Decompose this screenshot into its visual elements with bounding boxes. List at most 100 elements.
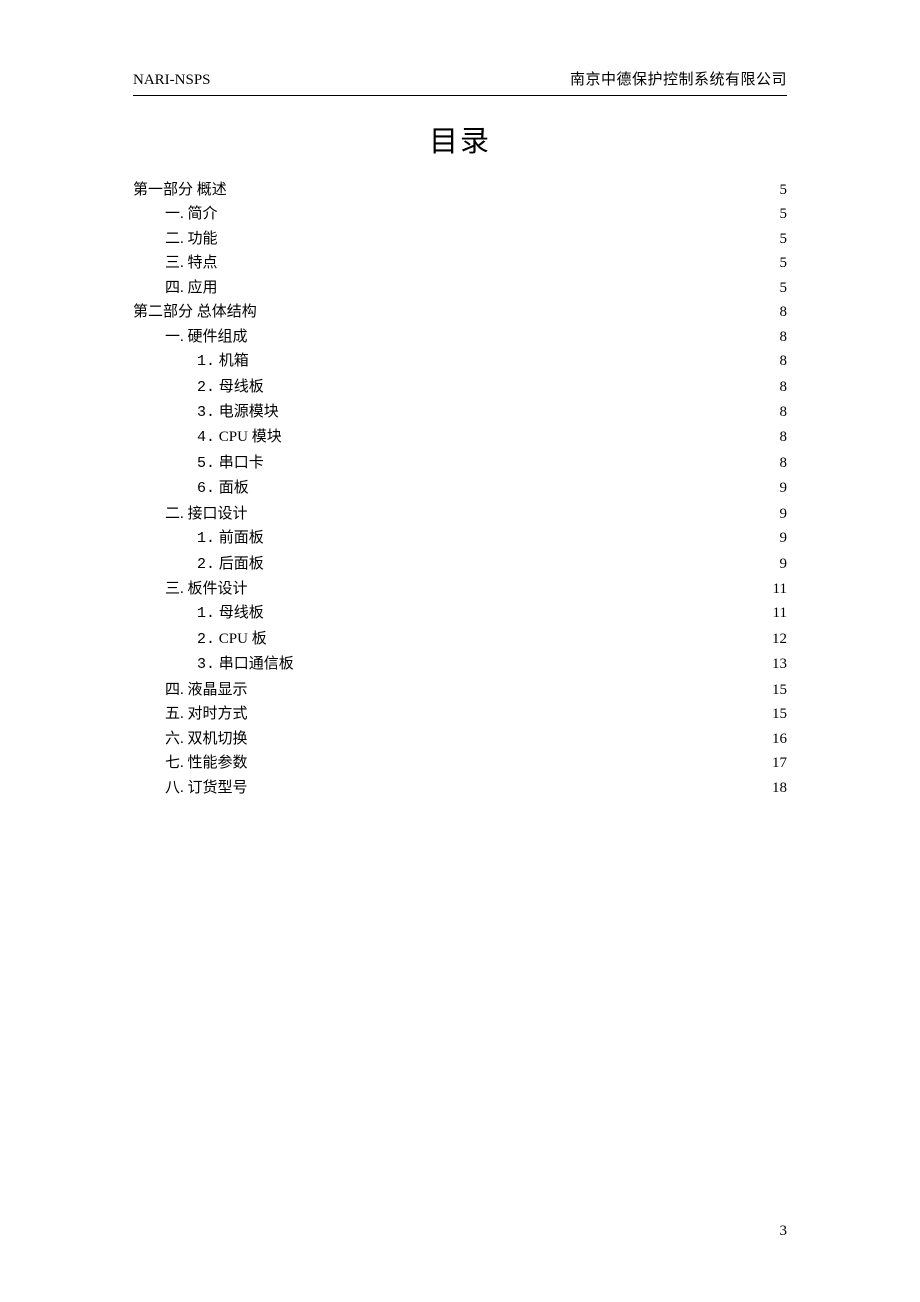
toc-entry-title: 前面板 (219, 530, 264, 546)
toc-entry-label: 3. 串口通信板 (133, 652, 294, 677)
toc-row: 四. 应用5 (133, 276, 787, 300)
toc-entry-label: 三. 特点 (133, 251, 218, 275)
page-number: 3 (780, 1223, 788, 1240)
toc-entry-page: 5 (763, 251, 787, 275)
toc-entry-label: 4. CPU 模块 (133, 425, 282, 450)
toc-entry-number: 4. (197, 429, 215, 446)
toc-entry-page: 11 (763, 577, 787, 601)
header-divider (133, 95, 787, 96)
toc-row: 二. 功能 5 (133, 227, 787, 251)
toc-entry-title: 硬件组成 (188, 329, 248, 345)
toc-entry-title: 机箱 (219, 353, 249, 369)
toc-entry-title: 板件设计 (188, 581, 248, 597)
toc-entry-title: 性能参数 (188, 755, 248, 771)
toc-entry-title: 简介 (188, 206, 218, 222)
toc-entry-label: 2. 后面板 (133, 552, 264, 577)
toc-entry-number: 五. (165, 706, 184, 722)
toc-entry-number: 5. (197, 455, 215, 472)
toc-entry-page: 18 (763, 776, 787, 800)
toc-entry-page: 9 (763, 526, 787, 550)
toc-entry-label: 二. 接口设计 (133, 502, 248, 526)
toc-row: 1. 前面板 9 (133, 526, 787, 551)
toc-entry-number: 七. (165, 755, 184, 771)
toc-entry-label: 1. 机箱 (133, 349, 249, 374)
toc-row: 第二部分 总体结构 8 (133, 300, 787, 324)
toc-row: 3. 电源模块 8 (133, 400, 787, 425)
toc-entry-page: 12 (763, 627, 787, 651)
toc-entry-title: 功能 (188, 231, 218, 247)
toc-row: 一. 硬件组成8 (133, 325, 787, 349)
header-right-text: 南京中德保护控制系统有限公司 (570, 68, 787, 89)
toc-title: 目录 (133, 118, 787, 160)
toc-row: 六. 双机切换16 (133, 727, 787, 751)
toc-entry-page: 5 (763, 227, 787, 251)
toc-entry-label: 1. 母线板 (133, 601, 264, 626)
toc-row: 6. 面板 9 (133, 476, 787, 501)
toc-entry-page: 8 (763, 300, 787, 324)
toc-entry-title: 母线板 (219, 605, 264, 621)
toc-entry-label: 三. 板件设计 (133, 577, 248, 601)
toc-entry-number: 1. (197, 353, 215, 370)
toc-entry-number: 2. (197, 631, 215, 648)
toc-entry-title: 特点 (188, 255, 218, 271)
toc-row: 1. 机箱 8 (133, 349, 787, 374)
toc-entry-page: 8 (763, 349, 787, 373)
toc-entry-label: 第一部分 概述 (133, 178, 227, 202)
toc-entry-label: 6. 面板 (133, 476, 249, 501)
toc-entry-title: 母线板 (219, 379, 264, 395)
toc-entry-label: 六. 双机切换 (133, 727, 248, 751)
toc-entry-title: 接口设计 (188, 506, 248, 522)
toc-entry-title: 双机切换 (188, 731, 248, 747)
toc-entry-page: 13 (763, 652, 787, 676)
toc-entry-number: 八. (165, 780, 184, 796)
toc-entry-label: 1. 前面板 (133, 526, 264, 551)
toc-row: 2. 后面板 9 (133, 552, 787, 577)
toc-entry-label: 5. 串口卡 (133, 451, 264, 476)
toc-entry-title: 第二部分 总体结构 (133, 304, 257, 320)
toc-entry-number: 四. (165, 682, 184, 698)
toc-entry-number: 一. (165, 329, 184, 345)
table-of-contents: 第一部分 概述5一. 简介5二. 功能5三. 特点5四. 应用5第二部分 总体结… (133, 178, 787, 800)
toc-entry-label: 2. CPU 板 (133, 627, 267, 652)
toc-entry-page: 11 (763, 601, 787, 625)
toc-entry-number: 二. (165, 506, 184, 522)
toc-row: 二. 接口设计9 (133, 502, 787, 526)
toc-entry-page: 8 (763, 375, 787, 399)
toc-entry-page: 8 (763, 451, 787, 475)
toc-entry-label: 第二部分 总体结构 (133, 300, 257, 324)
toc-entry-page: 8 (763, 425, 787, 449)
toc-entry-number: 2. (197, 379, 215, 396)
header-left-text: NARI-NSPS (133, 72, 211, 89)
toc-row: 七. 性能参数17 (133, 751, 787, 775)
toc-row: 三. 板件设计 11 (133, 577, 787, 601)
toc-entry-label: 四. 液晶显示 (133, 678, 248, 702)
toc-entry-page: 5 (763, 276, 787, 300)
toc-row: 四. 液晶显示 15 (133, 678, 787, 702)
toc-row: 一. 简介5 (133, 202, 787, 226)
toc-entry-number: 1. (197, 605, 215, 622)
toc-row: 4. CPU 模块 8 (133, 425, 787, 450)
toc-entry-number: 2. (197, 556, 215, 573)
toc-entry-page: 9 (763, 552, 787, 576)
toc-entry-title: 后面板 (219, 556, 264, 572)
toc-row: 第一部分 概述 5 (133, 178, 787, 202)
toc-entry-page: 5 (763, 178, 787, 202)
toc-entry-page: 15 (763, 678, 787, 702)
toc-entry-number: 四. (165, 280, 184, 296)
toc-entry-page: 8 (763, 400, 787, 424)
toc-entry-number: 3. (197, 404, 215, 421)
toc-entry-title: CPU 板 (219, 631, 267, 647)
toc-entry-number: 三. (165, 255, 184, 271)
toc-entry-number: 二. (165, 231, 184, 247)
toc-entry-number: 6. (197, 480, 215, 497)
toc-entry-title: 面板 (219, 480, 249, 496)
toc-entry-label: 七. 性能参数 (133, 751, 248, 775)
toc-row: 五. 对时方式15 (133, 702, 787, 726)
toc-row: 三. 特点 5 (133, 251, 787, 275)
toc-entry-label: 一. 硬件组成 (133, 325, 248, 349)
toc-entry-number: 六. (165, 731, 184, 747)
toc-row: 3. 串口通信板 13 (133, 652, 787, 677)
toc-entry-label: 二. 功能 (133, 227, 218, 251)
toc-entry-label: 3. 电源模块 (133, 400, 279, 425)
toc-entry-page: 9 (763, 476, 787, 500)
